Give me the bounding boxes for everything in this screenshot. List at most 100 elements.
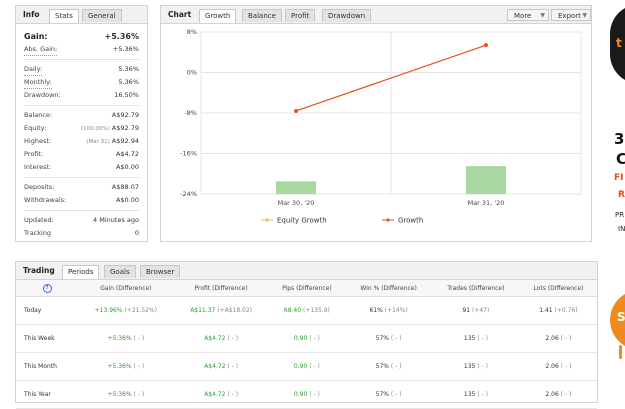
interest-label: Interest:: [24, 163, 52, 171]
abs-gain-label[interactable]: Abs. Gain:: [24, 44, 58, 56]
equity-label: Equity:: [24, 124, 47, 132]
cell-difference: ( - ): [131, 335, 145, 342]
legend-marker-equity-growth: [265, 218, 269, 222]
cell-difference: (+A$18.02): [215, 307, 253, 314]
cell-value: +5.36%: [107, 335, 132, 342]
col-profit[interactable]: Profit (Difference): [173, 280, 269, 297]
abs-gain-row: Abs. Gain: +5.36%: [24, 44, 139, 56]
growth-point: [294, 108, 298, 113]
drawdown-label[interactable]: Drawdown:: [24, 90, 61, 101]
periods-table-body: Today +13.96% (+21.52%) A$11.37 (+A$18.02)…: [16, 296, 597, 409]
cell-difference: ( - ): [475, 335, 488, 342]
legend-marker-growth: [386, 218, 390, 222]
tab-growth[interactable]: Growth: [199, 9, 237, 23]
tab-stats[interactable]: Stats: [49, 9, 79, 23]
period-label: This Year: [16, 380, 78, 409]
cell-value: A$4.72: [204, 363, 226, 370]
cell-trades: 135 ( - ): [432, 352, 520, 381]
highest-amount: A$92.94: [111, 137, 139, 145]
equity-growth-bar: [466, 166, 506, 194]
cell-value: 68.40: [283, 307, 302, 314]
chart-panel: Chart Growth Balance Profit Drawdown Mor…: [160, 5, 592, 242]
cell-difference: ( - ): [307, 391, 320, 398]
cell-gain: +13.96% (+21.52%): [78, 296, 174, 325]
cell-difference: ( - ): [225, 335, 239, 342]
table-row[interactable]: This Week +5.36% ( - ) A$4.72 ( - ) 0.90 ( …: [16, 324, 597, 353]
col-gain[interactable]: Gain (Difference): [78, 280, 174, 297]
more-label: More: [514, 12, 532, 20]
trading-title: Trading: [23, 266, 55, 275]
x-tick-label: Mar 31, '20: [468, 199, 505, 207]
y-tick-label: -8%: [184, 109, 197, 117]
updated-label: Updated:: [24, 216, 54, 224]
table-row[interactable]: This Month +5.36% ( - ) A$4.72 ( - ) 0.90 (…: [16, 352, 597, 381]
ad-banner[interactable]: t 3 C FI R PR IN S: [600, 0, 625, 409]
tab-general[interactable]: General: [82, 9, 122, 22]
separator: [24, 210, 139, 211]
periods-table: ? Gain (Difference) Profit (Difference) …: [16, 280, 597, 409]
cell-difference: ( - ): [389, 335, 402, 342]
highest-note: (Mar 31): [86, 139, 110, 145]
help-icon[interactable]: ?: [42, 283, 52, 293]
cell-value: 57%: [375, 335, 389, 342]
col-pips[interactable]: Pips (Difference): [268, 280, 346, 297]
y-tick-label: 8%: [187, 28, 197, 36]
updated-value: 4 Minutes ago: [93, 216, 139, 224]
tab-profit[interactable]: Profit: [285, 9, 316, 22]
highest-label: Highest:: [24, 137, 52, 145]
cell-value: 0.90: [293, 335, 308, 342]
tab-browser[interactable]: Browser: [140, 265, 181, 278]
cell-difference: (+0.76): [552, 307, 578, 314]
table-row[interactable]: Today +13.96% (+21.52%) A$11.37 (+A$18.02)…: [16, 296, 597, 325]
col-win[interactable]: Win % (Difference): [345, 280, 433, 297]
tab-balance[interactable]: Balance: [242, 9, 282, 22]
equity-value: (100.00%) A$92.79: [81, 123, 139, 135]
gain-value: +5.36%: [104, 32, 139, 41]
cell-difference: (+135.9): [301, 307, 330, 314]
cell-pips: 0.90 ( - ): [268, 380, 346, 409]
tab-goals[interactable]: Goals: [104, 265, 136, 278]
daily-label[interactable]: Daily:: [24, 64, 43, 76]
more-button[interactable]: More ▼: [507, 9, 549, 21]
growth-chart: 8% 0% -8% -16% -24% Mar 30, '20 Mar 31, '20 E…: [180, 28, 582, 225]
cell-value: 57%: [375, 363, 389, 370]
table-row[interactable]: This Year +5.36% ( - ) A$4.72 ( - ) 0.90 ( …: [16, 380, 597, 409]
col-trades[interactable]: Trades (Difference): [432, 280, 520, 297]
tab-periods[interactable]: Periods: [62, 265, 100, 279]
ad-text: t: [616, 36, 622, 50]
withdrawals-label: Withdrawals:: [24, 196, 67, 204]
cell-value: 61%: [369, 307, 383, 314]
ad-text: IN: [618, 225, 625, 233]
export-button[interactable]: Export ▼: [551, 9, 591, 21]
daily-value: 5.36%: [118, 65, 139, 73]
interest-row: Interest: A$0.00: [24, 162, 139, 173]
tracking-row: Tracking 0: [24, 228, 139, 239]
tab-drawdown[interactable]: Drawdown: [322, 9, 372, 22]
table-header-row: ? Gain (Difference) Profit (Difference) …: [16, 280, 597, 297]
col-lots[interactable]: Lots (Difference): [519, 280, 597, 297]
y-tick-label: -16%: [180, 150, 197, 158]
tracking-label: Tracking: [24, 229, 52, 237]
cell-difference: ( - ): [131, 363, 145, 370]
cell-lots: 2.06 ( - ): [519, 324, 597, 353]
separator: [24, 105, 139, 106]
highest-value: (Mar 31) A$92.94: [86, 136, 139, 148]
chart-title: Chart: [168, 10, 192, 19]
interest-value: A$0.00: [115, 163, 139, 171]
deposits-value: A$88.07: [111, 183, 139, 191]
ad-text: S: [617, 310, 625, 324]
cell-difference: ( - ): [307, 363, 320, 370]
tracking-value: 0: [134, 229, 139, 237]
y-tick-label: -24%: [180, 190, 197, 198]
balance-value: A$92.79: [111, 111, 139, 119]
ad-text: 3: [614, 130, 625, 148]
chevron-down-icon: ▼: [582, 12, 587, 19]
monthly-value: 5.36%: [118, 78, 139, 86]
monthly-label[interactable]: Monthly:: [24, 77, 52, 89]
updated-row: Updated: 4 Minutes ago: [24, 215, 139, 226]
export-label: Export: [558, 12, 581, 20]
cell-difference: ( - ): [389, 391, 402, 398]
cell-profit: A$4.72 ( - ): [173, 324, 269, 353]
cell-difference: ( - ): [558, 391, 572, 398]
cell-value: A$11.37: [190, 307, 216, 314]
